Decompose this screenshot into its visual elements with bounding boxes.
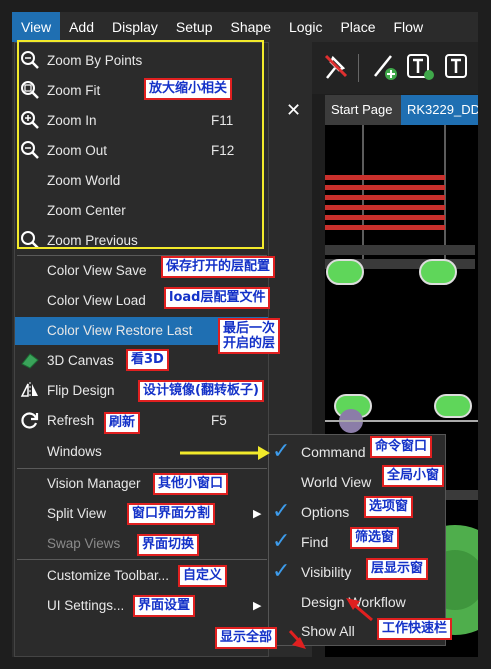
annotation-command: 命令窗口 xyxy=(370,436,433,458)
annotation-swap: 界面切换 xyxy=(137,534,200,556)
annotation-show-all: 显示全部 xyxy=(215,627,278,649)
annotation-3d: 看3D xyxy=(126,349,169,371)
annotation-world-view: 全局小窗 xyxy=(382,465,445,487)
annotation-workflow: 工作快速栏 xyxy=(377,618,453,640)
annotation-color-load: load层配置文件 xyxy=(164,287,271,309)
annotation-customize: 自定义 xyxy=(178,565,228,587)
annotation-color-save: 保存打开的层配置 xyxy=(161,256,276,278)
annotation-options: 选项窗 xyxy=(364,496,414,518)
annotation-zoom: 放大缩小相关 xyxy=(144,78,233,100)
annotation-find: 筛选窗 xyxy=(350,527,400,549)
annotation-vision: 其他小窗口 xyxy=(153,473,229,495)
annotation-restore-last-line1: 最后一次 xyxy=(223,321,276,336)
annotation-split: 窗口界面分割 xyxy=(127,503,216,525)
annotation-restore-last: 最后一次 开启的层 xyxy=(218,318,281,354)
annotation-restore-last-line2: 开启的层 xyxy=(223,336,276,351)
annotation-visibility: 层显示窗 xyxy=(366,558,429,580)
annotation-flip: 设计镜像(翻转板子) xyxy=(138,380,264,402)
annotation-ui-settings: 界面设置 xyxy=(133,595,196,617)
annotation-refresh: 刷新 xyxy=(104,412,141,434)
